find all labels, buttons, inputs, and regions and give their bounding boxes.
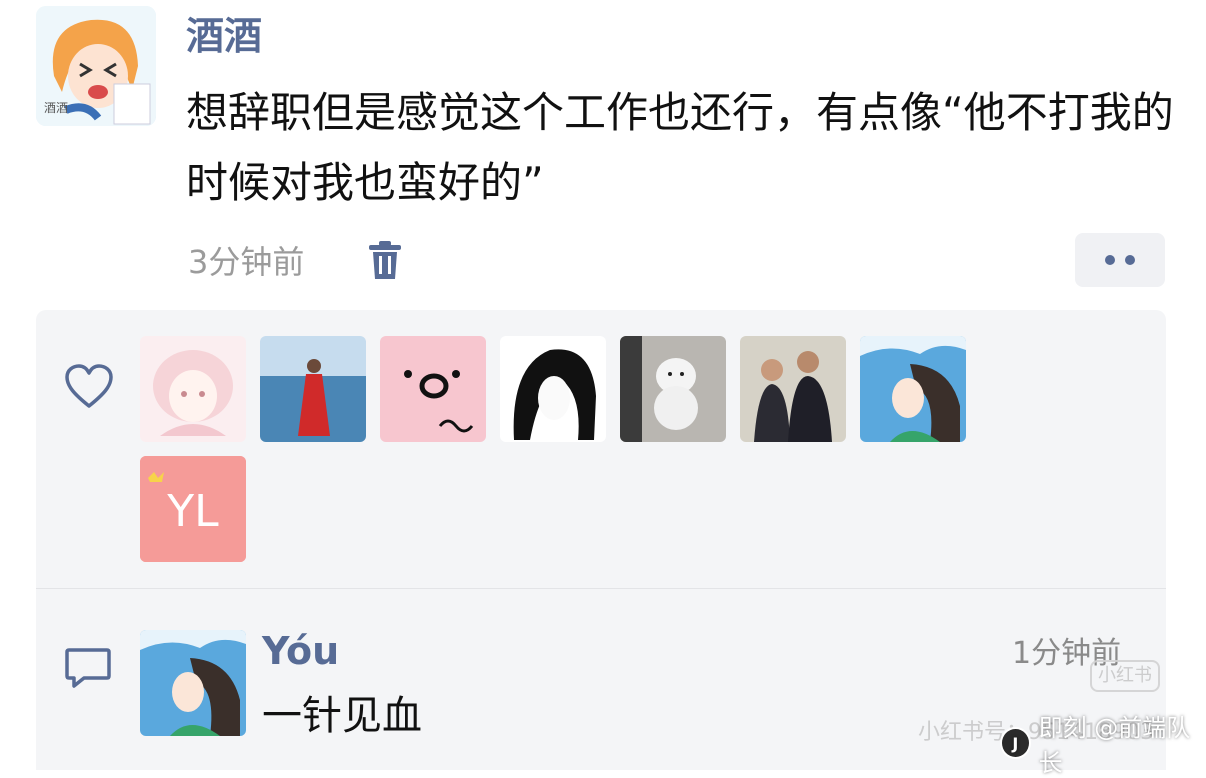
xiaohongshu-badge-watermark: 小红书 bbox=[1090, 660, 1160, 692]
dot-icon bbox=[1125, 255, 1135, 265]
post-author-avatar[interactable]: 酒酒 bbox=[36, 6, 156, 126]
jike-logo-icon: J bbox=[1000, 727, 1031, 759]
trash-icon[interactable] bbox=[367, 241, 403, 281]
like-avatar-two-men[interactable] bbox=[740, 336, 846, 442]
like-avatar-yl[interactable]: YL bbox=[140, 456, 246, 562]
comment-text: 一针见血 bbox=[262, 693, 422, 739]
comment-author-name[interactable]: Yóu bbox=[262, 626, 339, 676]
post-author-name[interactable]: 酒酒 bbox=[186, 12, 262, 60]
anime-avatar-illustration: 酒酒 bbox=[36, 6, 156, 126]
like-avatar-ink-girl[interactable] bbox=[500, 336, 606, 442]
credit-watermark: J 即刻 @前端队长 bbox=[1000, 714, 1206, 777]
like-avatar-woman-red-dress[interactable] bbox=[260, 336, 366, 442]
heart-icon bbox=[64, 364, 114, 410]
like-avatar-sky-girl[interactable] bbox=[860, 336, 966, 442]
like-avatar-pink-anime-girl[interactable] bbox=[140, 336, 246, 442]
post-timestamp: 3分钟前 bbox=[188, 243, 305, 281]
comment-avatar[interactable] bbox=[140, 630, 246, 736]
yl-avatar-text: YL bbox=[166, 486, 219, 537]
more-options-button[interactable] bbox=[1075, 233, 1165, 287]
like-avatar-pink-face[interactable] bbox=[380, 336, 486, 442]
comment-icon bbox=[64, 645, 112, 691]
post-text: 想辞职但是感觉这个工作也还行，有点像“他不打我的时候对我也蛮好的” bbox=[186, 88, 1174, 207]
credit-text: 即刻 @前端队长 bbox=[1038, 714, 1191, 777]
dot-icon bbox=[1105, 255, 1115, 265]
like-avatar-white-dog[interactable] bbox=[620, 336, 726, 442]
svg-text:酒酒: 酒酒 bbox=[44, 101, 68, 115]
